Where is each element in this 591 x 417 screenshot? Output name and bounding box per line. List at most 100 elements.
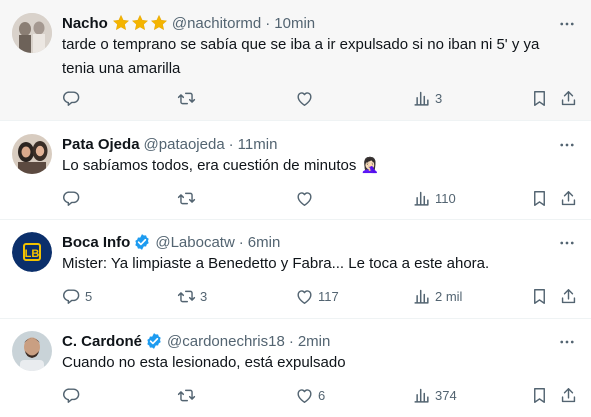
star-icon bbox=[150, 14, 168, 32]
tweet-header: Nacho @nachitormd · 10min bbox=[62, 13, 315, 33]
like-button[interactable]: 6 bbox=[295, 380, 325, 410]
views-icon bbox=[412, 287, 431, 306]
more-icon bbox=[558, 333, 576, 351]
reply-feed: Nacho @nachitormd · 10min tarde o tempra… bbox=[0, 0, 591, 417]
reply-icon bbox=[62, 89, 81, 108]
views-button[interactable]: 3 bbox=[412, 83, 442, 113]
reply-button[interactable]: 5 bbox=[62, 281, 92, 311]
retweet-button[interactable] bbox=[177, 380, 200, 410]
tweet-nacho[interactable]: Nacho @nachitormd · 10min tarde o tempra… bbox=[0, 0, 591, 121]
share-button[interactable] bbox=[559, 281, 578, 311]
tweet-c-cardone[interactable]: C. Cardoné @cardonechris18 · 2min Cuando… bbox=[0, 319, 591, 417]
verified-icon bbox=[145, 332, 163, 350]
reply-button[interactable] bbox=[62, 183, 85, 213]
bookmark-icon bbox=[530, 386, 549, 405]
timestamp[interactable]: 2min bbox=[298, 333, 331, 350]
bookmark-icon bbox=[530, 89, 549, 108]
more-button[interactable] bbox=[557, 135, 577, 155]
like-button[interactable] bbox=[295, 183, 318, 213]
avatar[interactable]: LB bbox=[12, 232, 52, 272]
separator-dot: · bbox=[265, 14, 271, 32]
more-icon bbox=[558, 234, 576, 252]
share-button[interactable] bbox=[559, 183, 578, 213]
views-count: 2 mil bbox=[435, 288, 463, 304]
tweet-text: tarde o temprano se sabía que se iba a i… bbox=[62, 33, 562, 81]
action-bar: 6 374 bbox=[52, 380, 591, 410]
share-icon bbox=[559, 189, 578, 208]
retweet-button[interactable] bbox=[177, 183, 200, 213]
tweet-header: C. Cardoné @cardonechris18 · 2min bbox=[62, 331, 330, 351]
share-icon bbox=[559, 89, 578, 108]
views-button[interactable]: 2 mil bbox=[412, 281, 462, 311]
views-icon bbox=[412, 189, 431, 208]
more-icon bbox=[558, 15, 576, 33]
tweet-header: Boca Info @Labocatw · 6min bbox=[62, 232, 280, 252]
views-count: 374 bbox=[435, 387, 457, 403]
more-button[interactable] bbox=[557, 14, 577, 34]
bookmark-icon bbox=[530, 287, 549, 306]
tweet-boca-info[interactable]: LB Boca Info @Labocatw · 6min Mister: Ya… bbox=[0, 220, 591, 319]
handle[interactable]: @pataojeda bbox=[144, 136, 225, 153]
action-bar: 110 bbox=[52, 183, 591, 213]
tweet-text-line: tenia una amarilla bbox=[62, 60, 181, 77]
views-button[interactable]: 374 bbox=[412, 380, 457, 410]
tweet-text-line: tarde o temprano se sabía que se iba a i… bbox=[62, 36, 540, 53]
tweet-text: Mister: Ya limpiaste a Benedetto y Fabra… bbox=[62, 252, 562, 276]
reply-icon bbox=[62, 386, 81, 405]
like-button[interactable]: 117 bbox=[295, 281, 339, 311]
share-icon bbox=[559, 386, 578, 405]
display-name[interactable]: Boca Info bbox=[62, 234, 130, 251]
views-count: 3 bbox=[435, 90, 443, 106]
tweet-text: Lo sabíamos todos, era cuestión de minut… bbox=[62, 154, 562, 178]
like-icon bbox=[295, 386, 314, 405]
action-bar: 3 bbox=[52, 83, 591, 113]
bookmark-icon bbox=[530, 189, 549, 208]
separator-dot: · bbox=[238, 233, 244, 251]
svg-text:LB: LB bbox=[25, 248, 40, 260]
handle[interactable]: @nachitormd bbox=[172, 15, 261, 32]
share-button[interactable] bbox=[559, 83, 578, 113]
like-icon bbox=[295, 89, 314, 108]
timestamp[interactable]: 10min bbox=[274, 15, 315, 32]
reply-icon bbox=[62, 287, 81, 306]
avatar[interactable] bbox=[12, 13, 52, 53]
avatar[interactable] bbox=[12, 134, 52, 174]
star-icon bbox=[131, 14, 149, 32]
handle[interactable]: @cardonechris18 bbox=[167, 333, 285, 350]
more-button[interactable] bbox=[557, 233, 577, 253]
retweet-button[interactable]: 3 bbox=[177, 281, 207, 311]
bookmark-button[interactable] bbox=[530, 281, 549, 311]
bookmark-button[interactable] bbox=[530, 380, 549, 410]
reply-button[interactable] bbox=[62, 380, 85, 410]
tweet-text: Cuando no esta lesionado, está expulsado bbox=[62, 351, 562, 375]
bookmark-button[interactable] bbox=[530, 183, 549, 213]
like-icon bbox=[295, 287, 314, 306]
star-badges bbox=[112, 14, 168, 32]
retweet-icon bbox=[177, 89, 196, 108]
tweet-text-line: Mister: Ya limpiaste a Benedetto y Fabra… bbox=[62, 255, 490, 272]
views-icon bbox=[412, 386, 431, 405]
like-count: 117 bbox=[318, 288, 339, 304]
reply-icon bbox=[62, 189, 81, 208]
timestamp[interactable]: 6min bbox=[248, 234, 281, 251]
separator-dot: · bbox=[228, 135, 234, 153]
display-name[interactable]: C. Cardoné bbox=[62, 333, 142, 350]
bookmark-button[interactable] bbox=[530, 83, 549, 113]
like-button[interactable] bbox=[295, 83, 318, 113]
more-button[interactable] bbox=[557, 332, 577, 352]
display-name[interactable]: Pata Ojeda bbox=[62, 136, 140, 153]
tweet-pata-ojeda[interactable]: Pata Ojeda @pataojeda · 11min Lo sabíamo… bbox=[0, 121, 591, 220]
share-button[interactable] bbox=[559, 380, 578, 410]
retweet-count: 3 bbox=[200, 288, 208, 304]
separator-dot: · bbox=[288, 332, 294, 350]
timestamp[interactable]: 11min bbox=[238, 136, 278, 153]
retweet-icon bbox=[177, 386, 196, 405]
views-button[interactable]: 110 bbox=[412, 183, 456, 213]
handle[interactable]: @Labocatw bbox=[155, 234, 234, 251]
display-name[interactable]: Nacho bbox=[62, 15, 108, 32]
retweet-icon bbox=[177, 287, 196, 306]
share-icon bbox=[559, 287, 578, 306]
reply-button[interactable] bbox=[62, 83, 85, 113]
retweet-button[interactable] bbox=[177, 83, 200, 113]
avatar[interactable] bbox=[12, 331, 52, 371]
